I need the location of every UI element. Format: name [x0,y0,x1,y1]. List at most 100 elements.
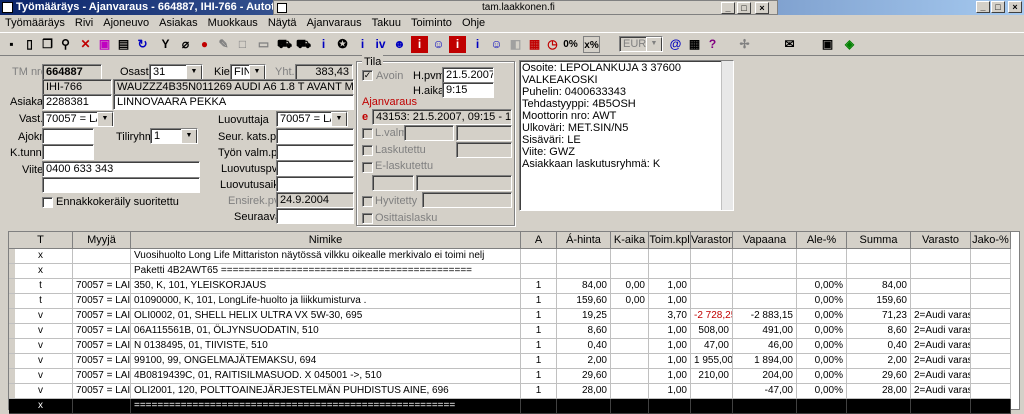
cell-t[interactable]: x [9,399,73,414]
cell-a-hinta[interactable]: 159,60 [557,294,611,309]
ennakko-checkbox[interactable] [42,197,53,208]
cell-t[interactable]: v [9,309,73,324]
people-icon[interactable]: ☻ [391,36,408,53]
email-icon[interactable]: @ [667,36,684,53]
monitor-icon[interactable]: ▣ [819,36,836,53]
cell-vapaana[interactable] [733,399,797,414]
cell-varastom[interactable]: 210,00 [691,369,733,384]
tools-icon[interactable]: ✢ [736,36,753,53]
cell-jako[interactable] [971,279,1011,294]
cell-toim-kpl[interactable]: 1,00 [649,354,691,369]
cell-varasto[interactable] [911,294,971,309]
customer-info-panel[interactable]: Osoite: LEPOLANKUJA 3 37600 VALKEAKOSKI … [519,60,734,211]
info2-icon[interactable]: i [354,36,371,53]
cell-nimike[interactable]: 99100, 99, ONGELMAJÄTEMAKSU, 694 [131,354,521,369]
cell-a[interactable] [521,399,557,414]
stop-icon[interactable]: ● [196,36,213,53]
cell-k-aika[interactable] [611,369,649,384]
cell-nimike[interactable]: ========================================… [131,399,521,414]
customer-number-field[interactable]: 2288381 [42,94,112,110]
cell-nimike[interactable]: OLI2001, 120, POLTTOAINEJÄRJESTELMÄN PUH… [131,384,521,399]
cell-a[interactable]: 1 [521,324,557,339]
clock-icon[interactable]: ◷ [544,36,561,53]
cell-summa[interactable]: 2,00 [847,354,911,369]
cell-a[interactable]: 1 [521,339,557,354]
cell-myyja[interactable]: 70057 = LAITI [73,384,131,399]
cell-t[interactable]: v [9,384,73,399]
cell-k-aika[interactable] [611,309,649,324]
seuraava-field[interactable] [276,208,354,224]
cell-a[interactable] [521,264,557,279]
kieli-select[interactable]: FIN [230,64,266,80]
cell-a[interactable]: 1 [521,309,557,324]
tyon-valm-field[interactable] [276,144,354,160]
cell-k-aika[interactable] [611,354,649,369]
cell-k-aika[interactable] [611,339,649,354]
cell-t[interactable]: x [9,249,73,264]
cell-vapaana[interactable]: 1 894,00 [733,354,797,369]
elaskutettu-checkbox[interactable] [362,162,373,173]
cell-a-hinta[interactable]: 2,00 [557,354,611,369]
cell-jako[interactable] [971,309,1011,324]
cell-varastom[interactable] [691,294,733,309]
yht-field[interactable]: 383,43 [295,64,353,80]
cell-varasto[interactable]: 2=Audi varasto [911,324,971,339]
paint-icon[interactable]: ✎ [215,36,232,53]
cell-jako[interactable] [971,369,1011,384]
cell-myyja[interactable]: 70057 = LAITI [73,339,131,354]
cell-ale[interactable]: 0,00% [797,384,847,399]
cell-myyja[interactable]: 70057 = LAITI [73,309,131,324]
cell-varasto[interactable] [911,279,971,294]
column-header-toim-kpl[interactable]: Toim.kpl [649,232,691,249]
cell-toim-kpl[interactable]: 3,70 [649,309,691,324]
cell-myyja[interactable] [73,249,131,264]
new-icon[interactable]: ▯ [21,36,38,53]
hyvitetty-checkbox[interactable] [362,196,373,207]
luovutuspvm-field[interactable] [276,160,354,176]
hpvm-field[interactable]: 21.5.2007 [442,67,494,83]
viite-field[interactable]: 0400 633 343 [42,161,200,177]
tm-number-field[interactable]: 664887 [42,64,102,80]
cell-varasto[interactable]: 2=Audi varasto [911,354,971,369]
ktunnit-field[interactable] [42,144,94,160]
cell-varastom[interactable]: -2 728,25 [691,309,733,324]
calendar-icon[interactable]: ▦ [526,36,543,53]
cell-a[interactable]: 1 [521,384,557,399]
cell-a[interactable]: 1 [521,369,557,384]
cell-a[interactable]: 1 [521,354,557,369]
seur-kats-field[interactable] [276,128,354,144]
cell-toim-kpl[interactable]: 1,00 [649,339,691,354]
haika-field[interactable]: 9:15 [442,82,494,98]
luovuttaja-select[interactable]: 70057 = LAITIN [276,111,348,127]
cell-a[interactable] [521,249,557,264]
cell-ale[interactable]: 0,00% [797,324,847,339]
cell-varasto[interactable] [911,249,971,264]
wrench-icon[interactable]: ⌀ [177,36,194,53]
menu-rivi[interactable]: Rivi [70,15,98,32]
cell-varasto[interactable]: 2=Audi varasto [911,384,971,399]
cell-nimike[interactable]: 4B0819439C, 01, RAITISILMASUOD. X 045001… [131,369,521,384]
ensirek-field[interactable]: 24.9.2004 [276,192,354,208]
cell-varastom[interactable]: 508,00 [691,324,733,339]
cell-t[interactable]: v [9,354,73,369]
cell-varastom[interactable] [691,264,733,279]
cell-varasto[interactable]: 2=Audi varasto [911,369,971,384]
cell-varastom[interactable] [691,249,733,264]
cell-myyja[interactable]: 70057 = LAITI [73,294,131,309]
save-icon[interactable]: ▪ [3,36,20,53]
cell-toim-kpl[interactable]: 1,00 [649,279,691,294]
cell-vapaana[interactable]: 491,00 [733,324,797,339]
cell-jako[interactable] [971,339,1011,354]
cell-varastom[interactable]: 1 955,00 [691,354,733,369]
elaskutettu-field-2[interactable] [416,175,512,191]
cell-toim-kpl[interactable]: 1,00 [649,324,691,339]
menu-ajoneuvo[interactable]: Ajoneuvo [98,15,154,32]
ajanvaraus-field[interactable]: 43153: 21.5.2007, 09:15 - 14:00 [372,109,512,125]
overlay-maximize-button[interactable]: □ [737,2,751,14]
cell-jako[interactable] [971,264,1011,279]
menu-muokkaus[interactable]: Muokkaus [203,15,263,32]
vast-select[interactable]: 70057 = LAITII [42,111,114,127]
lvalm-time-field[interactable] [456,125,512,141]
cell-summa[interactable] [847,249,911,264]
overlay-close-button[interactable]: × [755,2,769,14]
